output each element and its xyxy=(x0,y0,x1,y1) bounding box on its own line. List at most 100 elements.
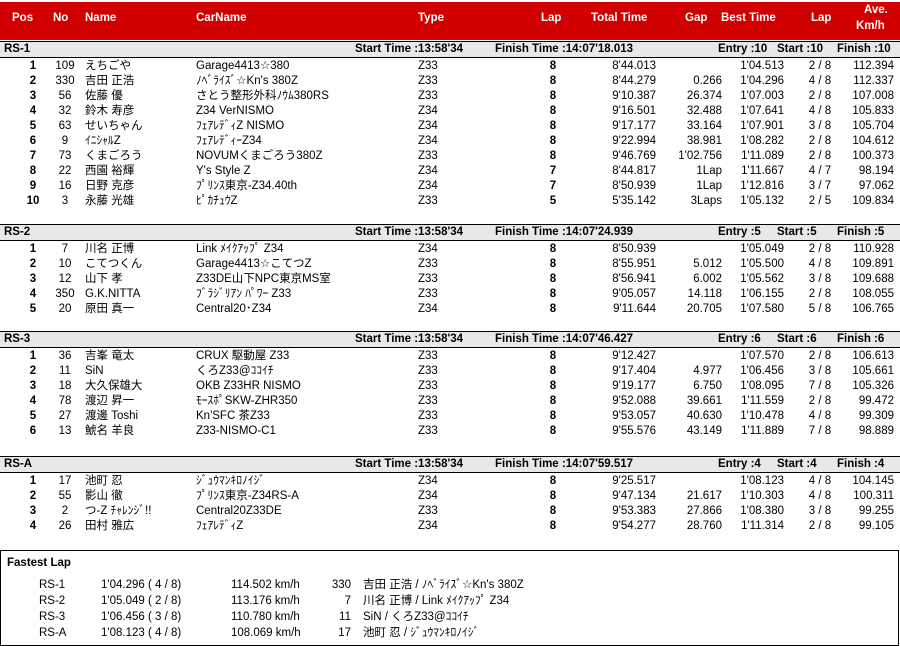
cell-name: えちごや xyxy=(85,60,131,72)
cell-name: 鈴木 寿彦 xyxy=(85,105,135,117)
cell-best-time: 1'11.089 xyxy=(741,150,784,162)
cell-gap: 6.002 xyxy=(693,273,722,285)
table-row: 4 78 渡辺 昇一 ﾓｰｽﾎﾟSKW-ZHR350 Z33 8 9'52.088 39.66… xyxy=(0,394,900,409)
class-entry: Entry :5 xyxy=(718,226,761,238)
table-row: 1 17 池町 忍 ｼﾞｭｳﾏﾝｷﾛﾉｲｼﾞ Z34 8 9'25.517 1'08.123 4… xyxy=(0,474,900,489)
fastest-speed: 113.176 km/h xyxy=(231,595,300,607)
fastest-lap-title: Fastest Lap xyxy=(7,557,71,569)
cell-best-time: 1'11.667 xyxy=(741,165,784,177)
cell-pos: 4 xyxy=(29,105,37,117)
cell-no: 7 xyxy=(61,243,69,255)
cell-total-time: 9'17.404 xyxy=(612,365,656,377)
cell-name: 渡辺 昇一 xyxy=(85,395,135,407)
cell-ave: 112.337 xyxy=(853,75,894,87)
cell-best-time: 1'07.570 xyxy=(740,350,784,362)
cell-carname: ﾌｪｱﾚﾃﾞｨｰZ34 xyxy=(196,135,262,147)
cell-total-time: 8'44.279 xyxy=(612,75,656,87)
table-row: 2 11 SiN くろZ33@ｺｺｲﾁ Z33 8 9'17.404 4.977 1'06.45… xyxy=(0,364,900,379)
fastest-class: RS-1 xyxy=(39,579,66,591)
cell-total-time: 9'22.994 xyxy=(612,135,656,147)
cell-best-lap: 4 / 8 xyxy=(808,410,832,422)
cell-no: 20 xyxy=(58,303,72,315)
cell-total-time: 9'52.088 xyxy=(612,395,656,407)
table-row: 7 73 くまごろう NOVUMくまごろう380Z Z33 8 9'46.769 1'02.7… xyxy=(0,149,900,164)
cell-lap: 8 xyxy=(549,505,557,517)
cell-no: 10 xyxy=(58,258,72,270)
cell-best-lap: 5 / 8 xyxy=(808,303,832,315)
cell-carname: Z34 VerNISMO xyxy=(196,105,274,117)
cell-type: Z33 xyxy=(418,365,438,377)
table-row: 3 18 大久保雄大 OKB Z33HR NISMO Z33 8 9'19.177 6.750… xyxy=(0,379,900,394)
cell-best-time: 1'07.003 xyxy=(740,90,784,102)
cell-best-lap: 2 / 8 xyxy=(808,350,832,362)
cell-no: 22 xyxy=(58,165,72,177)
col-best-lap: Lap xyxy=(811,12,832,24)
cell-type: Z33 xyxy=(418,505,438,517)
cell-type: Z33 xyxy=(418,258,438,270)
cell-best-time: 1'04.296 xyxy=(740,75,784,87)
table-row: 2 10 こてつくん Garage4413☆こてつZ Z33 8 8'55.951 5.012… xyxy=(0,257,900,272)
cell-pos: 4 xyxy=(29,288,37,300)
cell-type: Z33 xyxy=(418,273,438,285)
cell-type: Z34 xyxy=(418,475,438,487)
results-header: Pos No Name CarName Type Lap Total Time … xyxy=(0,2,900,40)
class-start-count: Start :4 xyxy=(777,458,817,470)
cell-gap: 21.617 xyxy=(686,490,722,502)
cell-gap: 33.164 xyxy=(686,120,722,132)
fastest-no: 7 xyxy=(344,595,351,607)
cell-lap: 8 xyxy=(549,490,557,502)
fastest-driver-car: 吉田 正浩 / ﾉﾍﾞﾗｲｽﾞ☆Kn's 380Z xyxy=(363,579,524,591)
class-finish-time: Finish Time :14:07'59.517 xyxy=(495,458,634,470)
cell-no: 32 xyxy=(58,105,72,117)
cell-pos: 1 xyxy=(29,350,37,362)
table-row: 3 12 山下 孝 Z33DE山下NPC東京MS室 Z33 8 8'56.941 6.002 1… xyxy=(0,272,900,287)
cell-best-time: 1'08.095 xyxy=(740,380,784,392)
col-pos: Pos xyxy=(12,12,34,24)
cell-carname: くろZ33@ｺｺｲﾁ xyxy=(196,365,274,377)
cell-gap: 14.118 xyxy=(687,288,722,300)
cell-best-lap: 4 / 8 xyxy=(808,105,832,117)
cell-total-time: 9'55.576 xyxy=(612,425,656,437)
cell-ave: 112.394 xyxy=(853,60,894,72)
class-header-rs-2: RS-2 Start Time :13:58'34 Finish Time :14:… xyxy=(0,224,900,241)
table-row: 1 36 吉峯 竜太 CRUX 駆動屋 Z33 Z33 8 9'12.427 1'07.570… xyxy=(0,349,900,364)
cell-pos: 3 xyxy=(29,505,37,517)
cell-best-time: 1'05.132 xyxy=(740,195,784,207)
fastest-class: RS-3 xyxy=(39,611,66,623)
cell-ave: 104.612 xyxy=(852,135,894,147)
cell-lap: 8 xyxy=(549,258,557,270)
cell-type: Z33 xyxy=(418,60,438,72)
cell-no: 73 xyxy=(58,150,72,162)
cell-pos: 3 xyxy=(29,90,37,102)
cell-gap: 40.630 xyxy=(686,410,722,422)
cell-ave: 109.834 xyxy=(852,195,894,207)
fastest-time: 1'05.049 ( 2 / 8) xyxy=(101,595,182,607)
cell-best-lap: 2 / 8 xyxy=(808,288,832,300)
cell-name: G.K.NITTA xyxy=(85,288,141,300)
cell-no: 55 xyxy=(58,490,72,502)
cell-best-lap: 4 / 8 xyxy=(808,490,832,502)
cell-type: Z33 xyxy=(418,395,438,407)
cell-total-time: 8'55.951 xyxy=(612,258,656,270)
cell-no: 27 xyxy=(58,410,72,422)
class-header-rs-3: RS-3 Start Time :13:58'34 Finish Time :14:… xyxy=(0,331,900,348)
table-row: 2 55 影山 徹 ﾌﾟﾘﾝｽ東京-Z34RS-A Z34 8 9'47.134 21.617… xyxy=(0,489,900,504)
class-finish-time: Finish Time :14:07'18.013 xyxy=(495,43,634,55)
col-best-time: Best Time xyxy=(721,12,776,24)
cell-name: 大久保雄大 xyxy=(85,380,143,392)
list-item: RS-2 1'05.049 ( 2 / 8) 113.176 km/h 7 川名 正博 … xyxy=(1,594,898,609)
cell-name: 吉田 正浩 xyxy=(85,75,135,87)
cell-type: Z34 xyxy=(418,180,438,192)
cell-total-time: 9'17.177 xyxy=(612,120,656,132)
class-finish-count: Finish :10 xyxy=(837,43,891,55)
cell-no: 330 xyxy=(55,75,75,87)
cell-no: 78 xyxy=(58,395,72,407)
cell-lap: 8 xyxy=(549,60,557,72)
cell-type: Z33 xyxy=(418,288,438,300)
cell-total-time: 9'10.387 xyxy=(612,90,656,102)
cell-lap: 8 xyxy=(549,410,557,422)
cell-no: 36 xyxy=(58,350,72,362)
cell-no: 26 xyxy=(58,520,72,532)
cell-ave: 104.145 xyxy=(852,475,894,487)
cell-best-lap: 2 / 5 xyxy=(808,195,832,207)
